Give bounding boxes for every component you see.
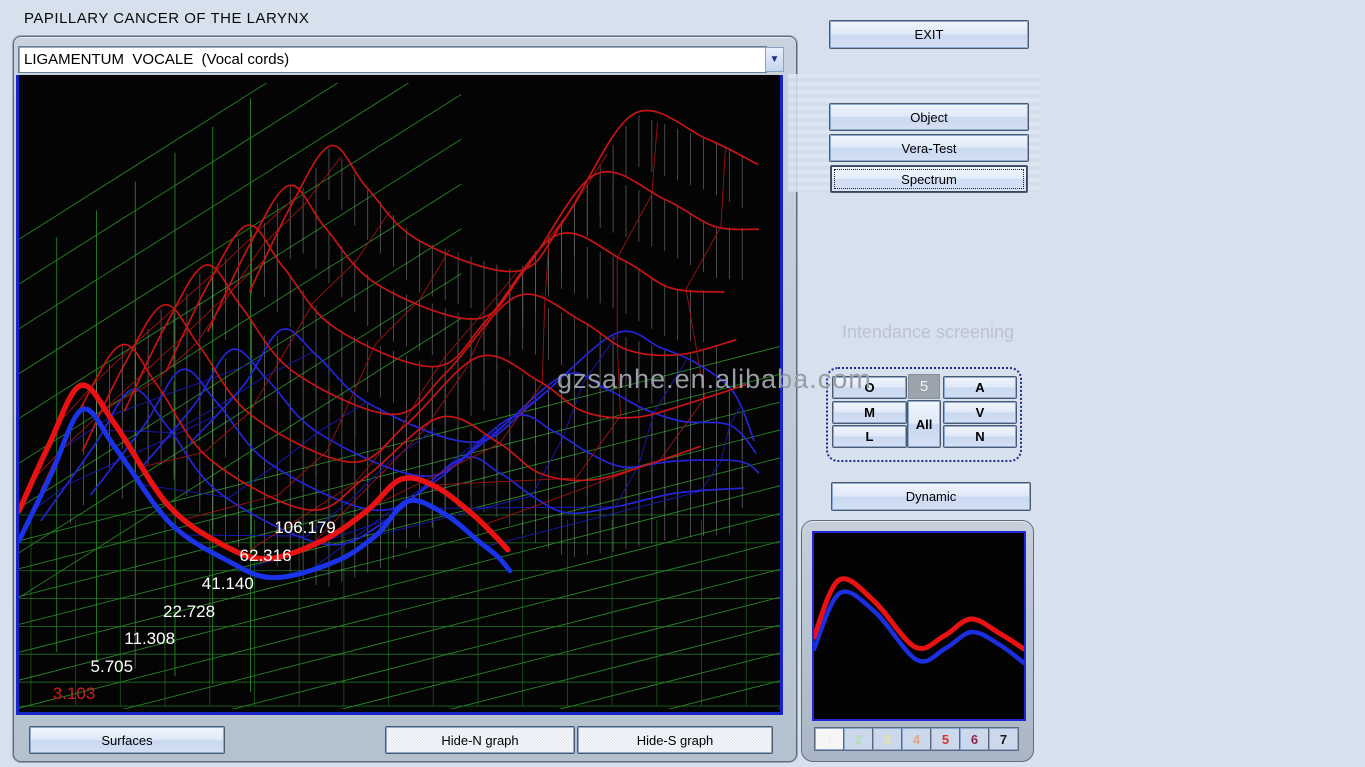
spectrum-chart[interactable]: 3.103 5.705 11.308 22.728 41.140 62.316 106.17… [16,75,783,715]
axis-label: 106.179 [274,518,335,538]
axis-label: 11.308 [124,629,175,649]
page-button-3[interactable]: 3 [873,728,902,750]
hide-n-graph-button[interactable]: Hide-N graph [386,727,574,753]
dynamic-preview-chart [812,531,1026,721]
organ-select[interactable]: LIGAMENTUM VOCALE (Vocal cords) [18,46,767,73]
axis-label: 41.140 [202,574,254,594]
vera-test-button[interactable]: Vera-Test [830,135,1028,161]
organ-select-value: LIGAMENTUM VOCALE (Vocal cords) [19,51,289,68]
axis-label: 62.316 [240,546,292,566]
screening-title: Intendance screening [810,322,1046,343]
page-title: PAPILLARY CANCER OF THE LARYNX [24,10,309,27]
surfaces-button[interactable]: Surfaces [30,727,224,753]
page-button-1[interactable]: 1 [815,728,844,750]
chevron-down-icon[interactable]: ▼ [765,47,784,72]
page-button-4[interactable]: 4 [902,728,931,750]
page-button-6[interactable]: 6 [960,728,989,750]
filter-n-button[interactable]: N [944,426,1016,447]
filter-v-button[interactable]: V [944,402,1016,423]
filter-a-button[interactable]: A [944,377,1016,398]
app-window: PAPILLARY CANCER OF THE LARYNX LIGAMENTU… [0,0,1365,767]
filter-l-button[interactable]: L [833,426,906,447]
filter-count-indicator[interactable]: 5 [908,374,940,399]
filter-m-button[interactable]: M [833,402,906,423]
page-button-2[interactable]: 2 [844,728,873,750]
filter-all-button[interactable]: All [908,401,940,447]
spectrum-button[interactable]: Spectrum [831,166,1027,192]
hide-s-graph-button[interactable]: Hide-S graph [578,727,772,753]
watermark: gzsanhe.en.alibaba.com [557,364,872,395]
dynamic-button[interactable]: Dynamic [832,483,1030,510]
axis-label: 5.705 [91,657,134,677]
page-button-5[interactable]: 5 [931,728,960,750]
axis-label: 22.728 [163,602,215,622]
dynamic-preview-canvas [814,533,1024,719]
exit-button[interactable]: EXIT [830,21,1028,48]
axis-label: 3.103 [53,684,96,704]
object-button[interactable]: Object [830,104,1028,130]
page-button-7[interactable]: 7 [989,728,1018,750]
